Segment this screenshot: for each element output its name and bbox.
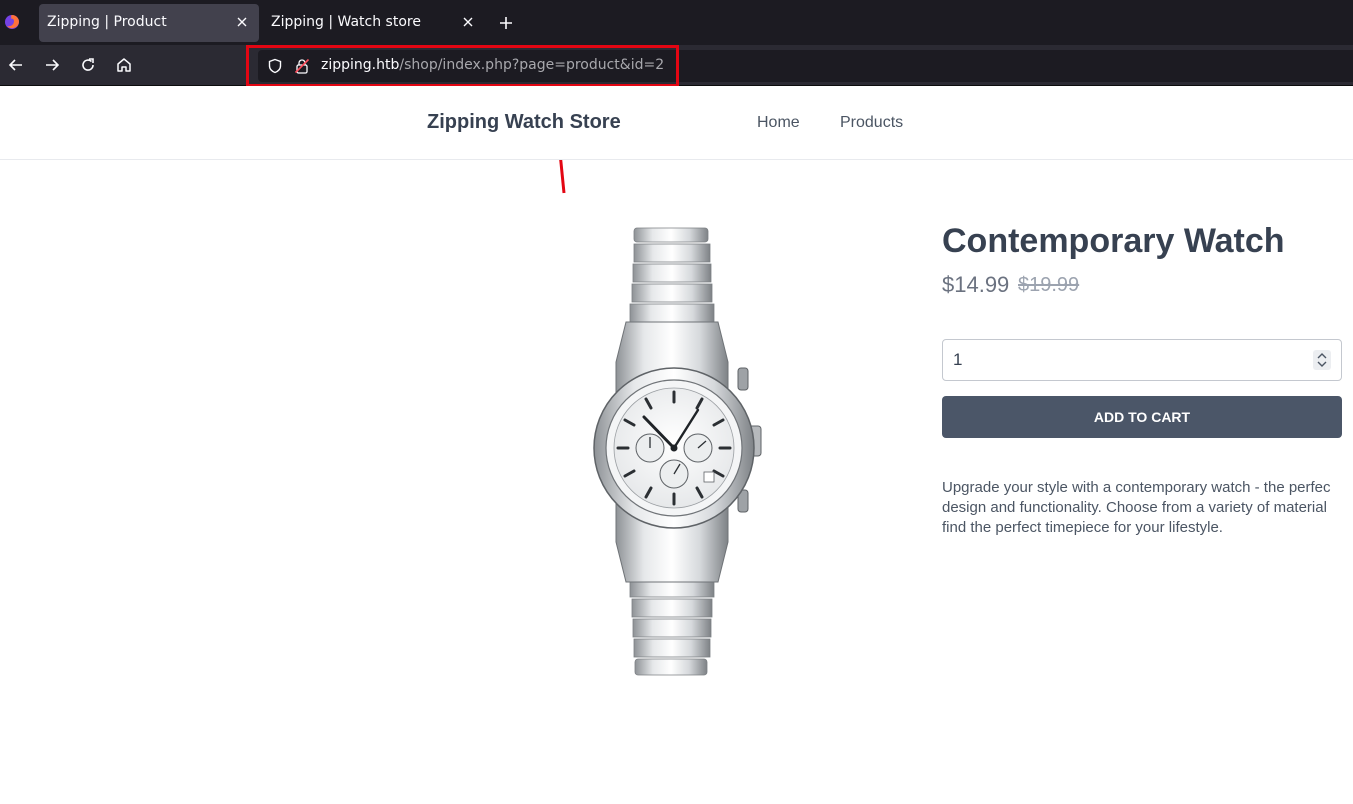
- quantity-input[interactable]: 1: [942, 339, 1342, 381]
- home-icon[interactable]: [114, 55, 134, 75]
- product-description: Upgrade your style with a contemporary w…: [942, 478, 1353, 538]
- quantity-value: 1: [953, 350, 963, 369]
- tab-title: Zipping | Product: [47, 14, 167, 30]
- tab-title: Zipping | Watch store: [271, 14, 421, 30]
- new-tab-plus-icon[interactable]: [497, 14, 515, 32]
- forward-arrow-icon[interactable]: [42, 55, 62, 75]
- product-image-watch[interactable]: [588, 222, 768, 684]
- browser-tab-bar: Zipping | Product Zipping | Watch store: [0, 0, 1353, 45]
- product-price: $14.99: [942, 272, 1010, 297]
- site-brand[interactable]: Zipping Watch Store: [427, 111, 621, 134]
- description-line: find the perfect timepiece for your life…: [942, 519, 1223, 536]
- annotation-highlight-box: [246, 45, 679, 87]
- description-line: design and functionality. Choose from a …: [942, 499, 1327, 516]
- add-to-cart-button[interactable]: ADD TO CART: [942, 396, 1342, 438]
- close-icon[interactable]: [235, 15, 249, 29]
- product-title: Contemporary Watch: [942, 222, 1285, 260]
- close-icon[interactable]: [461, 15, 475, 29]
- site-header: Zipping Watch Store Home Products: [0, 86, 1353, 160]
- nav-link-home[interactable]: Home: [757, 114, 800, 132]
- quantity-stepper-icon[interactable]: [1313, 350, 1331, 370]
- nav-link-products[interactable]: Products: [840, 114, 903, 132]
- description-line: Upgrade your style with a contemporary w…: [942, 479, 1331, 496]
- back-arrow-icon[interactable]: [6, 55, 26, 75]
- tab-product[interactable]: Zipping | Product: [39, 4, 259, 42]
- product-original-price: $19.99: [1018, 274, 1080, 296]
- reload-icon[interactable]: [78, 55, 98, 75]
- tab-watch-store[interactable]: Zipping | Watch store: [263, 4, 485, 42]
- firefox-icon[interactable]: [4, 14, 20, 30]
